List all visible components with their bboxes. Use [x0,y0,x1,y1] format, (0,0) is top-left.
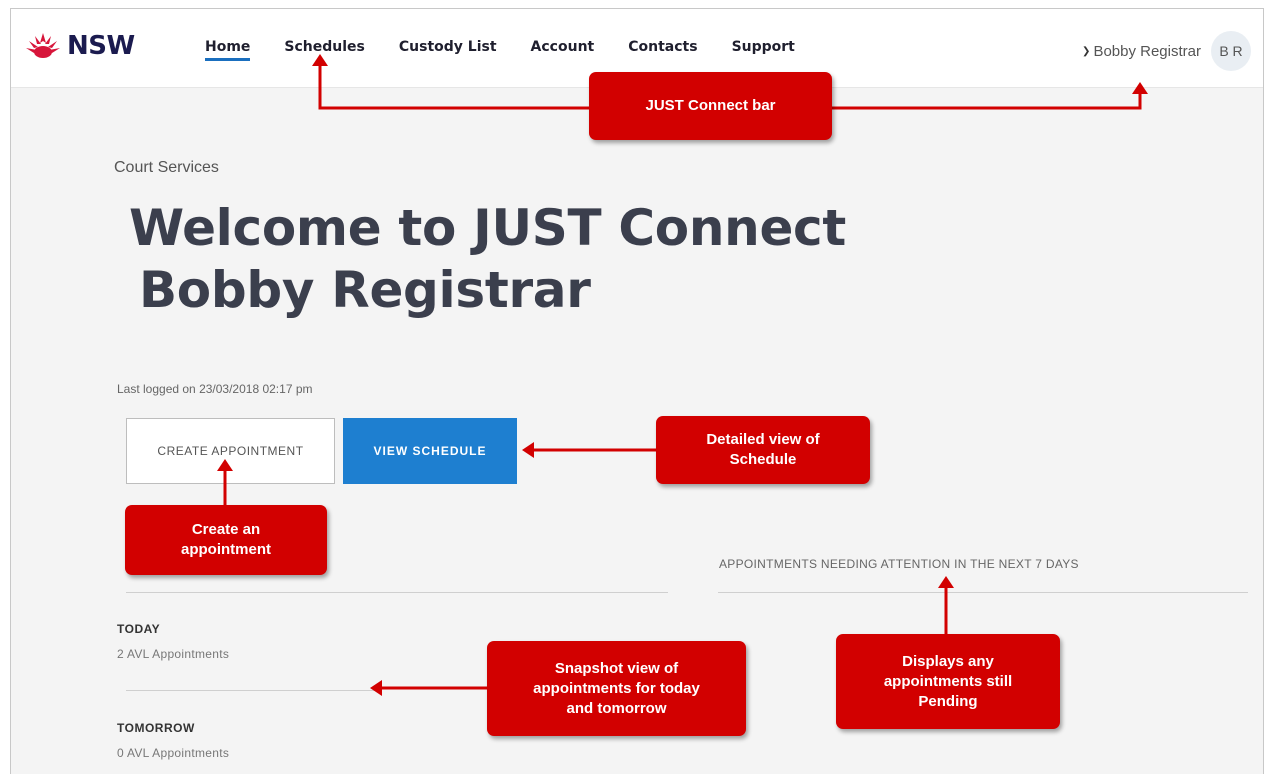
tomorrow-label: TOMORROW [117,721,195,735]
avatar[interactable]: B R [1211,31,1251,71]
tomorrow-count: 0 AVL Appointments [117,746,230,760]
today-label: TODAY [117,622,161,636]
page-title: Welcome to JUST Connect Bobby Registrar [129,197,846,321]
nav-schedules[interactable]: Schedules [284,39,364,55]
user-menu-toggle[interactable]: ❯ Bobby Registrar [1082,43,1201,60]
callout-just-connect-bar: JUST Connect bar [589,72,832,140]
callout-detailed-schedule: Detailed view of Schedule [656,416,870,484]
nav-contacts[interactable]: Contacts [628,39,697,55]
divider [718,592,1248,593]
waratah-flower-icon [26,33,60,58]
nsw-logo[interactable]: NSW [25,29,135,63]
callout-snapshot: Snapshot view of appointments for today … [487,641,746,736]
callout-create-appointment: Create an appointment [125,505,327,575]
user-menu[interactable]: ❯ Bobby Registrar B R [1082,31,1251,71]
welcome-line-1: Welcome to JUST Connect [129,199,847,257]
create-appointment-button[interactable]: CREATE APPOINTMENT [126,418,335,484]
section-label: Court Services [114,159,219,176]
user-name: Bobby Registrar [1093,42,1201,60]
view-schedule-button[interactable]: VIEW SCHEDULE [343,418,517,484]
logo-text: NSW [67,31,135,61]
last-logged-text: Last logged on 23/03/2018 02:17 pm [117,382,313,396]
divider [126,690,376,691]
divider [126,592,668,593]
nav-home[interactable]: Home [205,39,251,61]
nav-account[interactable]: Account [531,39,595,55]
main-nav: Home Schedules Custody List Account Cont… [205,39,829,61]
nav-custody-list[interactable]: Custody List [399,39,497,55]
attention-heading: APPOINTMENTS NEEDING ATTENTION IN THE NE… [719,557,1079,571]
callout-pending: Displays any appointments still Pending [836,634,1060,729]
nav-support[interactable]: Support [732,39,795,55]
welcome-line-2: Bobby Registrar [139,261,591,319]
today-count: 2 AVL Appointments [117,647,230,661]
chevron-down-icon: ❯ [1082,45,1091,57]
